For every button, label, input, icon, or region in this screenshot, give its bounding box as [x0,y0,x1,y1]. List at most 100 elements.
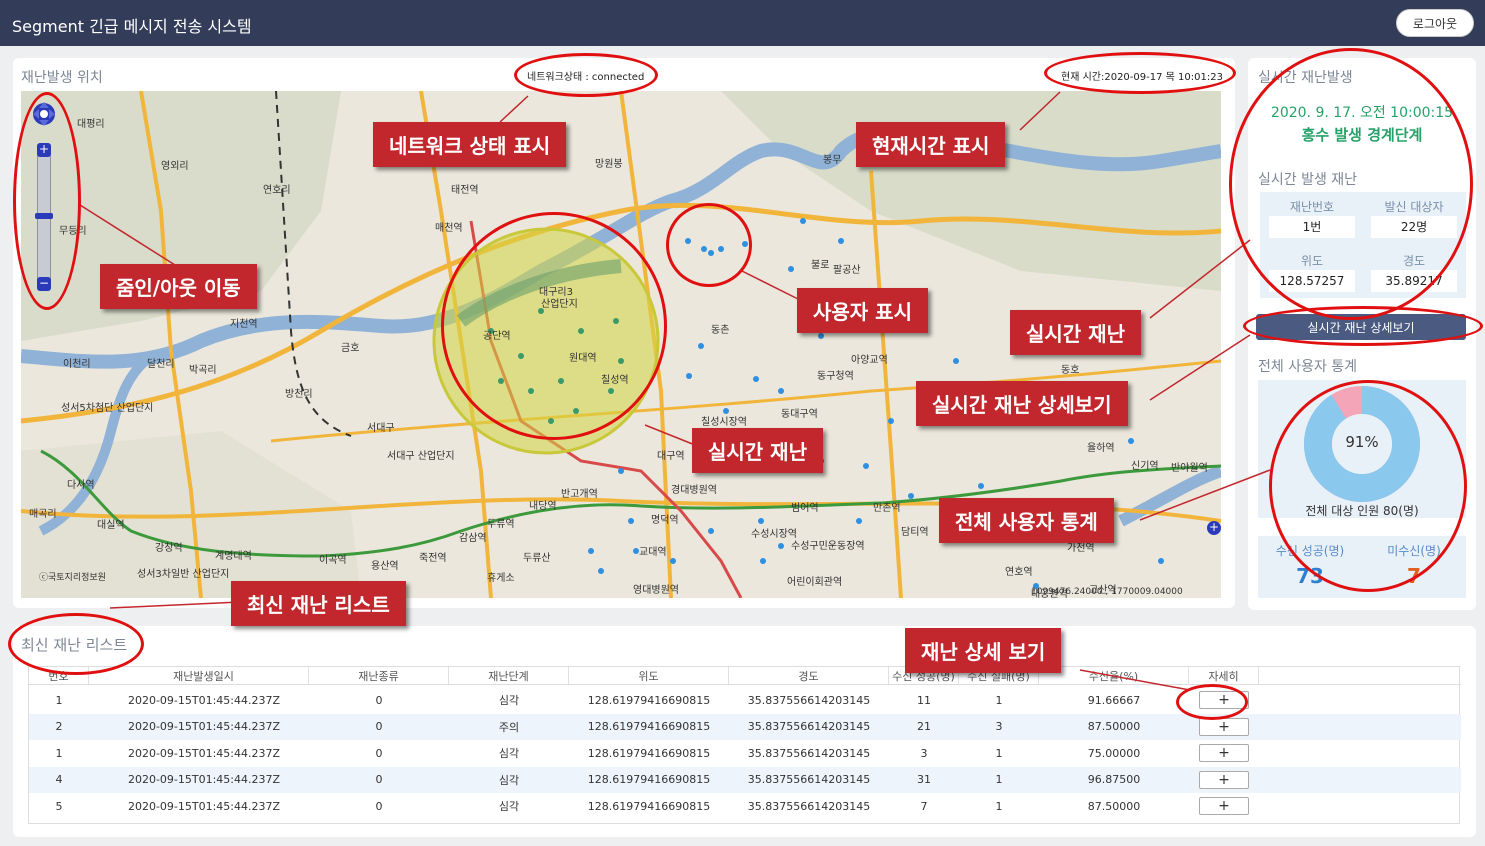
table-row: 1 2020-09-15T01:45:44.237Z 0 심각 128.61979416… [29,740,1461,766]
table-cell: 2020-09-15T01:45:44.237Z [127,773,281,786]
place-label: 대실역 [97,520,125,531]
table-cell: 심각 [498,747,520,760]
network-status: 네트워크상태 : connected [527,72,645,83]
place-label: 감삼역 [459,533,487,544]
table-cell: 4 [55,773,63,786]
map-panel-title: 재난발생 위치 [21,70,103,86]
disaster-list-panel: 최신 재난 리스트 번호 재난발생일시 재난종류 재난단계 위도 경도 수신 성공(명) 수신… [13,626,1476,837]
place-label: 반야월역 [1171,463,1208,474]
detail-view-button[interactable]: + [1199,744,1249,762]
place-label: 영외리 [161,161,189,172]
place-label: 수성구민운동장역 [791,541,865,552]
target-count-label: 발신 대상자 [1384,200,1444,214]
place-label: 율하역 [1087,443,1115,454]
detail-view-button[interactable]: + [1199,691,1249,709]
realtime-detail-button[interactable]: 실시간 재난 상세보기 [1256,314,1466,340]
table-cell: 3 [920,746,928,760]
table-header-cell: 재난종류 [309,667,449,684]
table-cell: 2020-09-15T01:45:44.237Z [127,746,281,760]
latitude-label: 위도 [1300,254,1324,268]
longitude-label: 경도 [1402,254,1426,268]
stats-title: 전체 사용자 통계 [1258,359,1358,375]
disaster-table: 번호 재난발생일시 재난종류 재난단계 위도 경도 수신 성공(명) 수신 실패(명) 수신율(… [28,666,1461,824]
list-panel-title: 최신 재난 리스트 [21,636,128,654]
total-target-label: 전체 대상 인원 80(명) [1305,504,1419,518]
place-label: 지천역 [230,319,258,330]
table-cell: 0 [375,746,383,760]
realtime-panel-title: 실시간 재난발생 [1258,70,1353,86]
annotation-time: 현재시간 표시 [856,122,1006,167]
table-cell: 31 [917,773,931,786]
table-cell: 1 [995,693,1003,707]
zoom-slider-track[interactable] [37,149,51,289]
table-cell: 1 [995,799,1003,813]
fail-count-value: 7 [1407,564,1421,588]
annotation-realtime: 실시간 재난 [1010,310,1141,355]
place-label: 신기역 [1131,461,1159,472]
table-cell: 35.837556614203145 [747,746,871,760]
place-label: 망원봉 [595,159,623,170]
table-cell: 주의 [498,720,520,734]
pan-arrows-icon[interactable] [31,99,57,129]
table-row: 2 2020-09-15T01:45:44.237Z 0 주의 128.61979416… [29,713,1461,740]
zoom-slider-thumb[interactable] [35,213,53,219]
table-cell: 128.61979416690815 [587,746,711,760]
table-cell: 35.837556614203145 [747,799,871,813]
table-cell: 21 [917,720,931,733]
table-cell: 11 [917,693,931,707]
logout-button[interactable]: 로그아웃 [1396,9,1474,37]
success-count-value: 73 [1296,564,1324,588]
zoom-in-button[interactable]: + [37,143,51,157]
table-cell: 1 [995,746,1003,760]
table-cell: 75.00000 [1087,746,1141,760]
zoom-out-button[interactable]: − [37,277,51,291]
place-label: 동촌 [711,325,730,336]
table-cell: 35.837556614203145 [747,693,871,707]
place-label: 휴게소 [487,573,515,584]
place-label: 봉무 [823,155,842,166]
table-cell: 128.61979416690815 [587,773,711,786]
table-cell: 128.61979416690815 [587,720,711,733]
table-cell: 35.837556614203145 [747,773,871,786]
place-label: 어린이회관역 [787,577,843,588]
place-label: 금호 [341,343,360,354]
top-bar: Segment 긴급 메시지 전송 시스템 로그아웃 [0,0,1485,46]
table-cell: 128.61979416690815 [587,693,711,707]
annotation-realtime-detail: 실시간 재난 상세보기 [916,381,1128,426]
annotation-network: 네트워크 상태 표시 [373,122,567,167]
table-cell: 심각 [498,800,520,813]
disaster-id-value: 1번 [1269,216,1355,238]
detail-cell: + [1189,687,1259,713]
place-label: 동대구역 [781,409,818,420]
table-cell: 128.61979416690815 [587,799,711,813]
place-label: 영대병원역 [633,585,679,596]
latitude-value: 128.57257 [1269,270,1355,292]
map-expand-icon[interactable]: + [1207,521,1221,535]
disaster-id-label: 재난번호 [1289,200,1335,214]
detail-view-button[interactable]: + [1199,717,1249,736]
stats-chart-box: 91% [1258,380,1466,518]
map-copyright: ⓒ국토지리정보원 [39,573,106,583]
place-label: 대평리 [77,119,105,130]
donut-percent-label: 91% [1345,433,1379,451]
place-label: 아양교역 [851,355,888,366]
zoom-control: + − [31,99,57,299]
overlay-label: 칠성역 [601,375,629,386]
fail-count-label: 미수신(명) [1387,544,1441,558]
place-label: 매천역 [435,223,463,234]
receive-count-box: 수신 성공(명) 미수신(명) 73 7 [1258,536,1466,598]
detail-view-button[interactable]: + [1199,770,1249,789]
overlay-label: 공단역 [483,331,511,342]
table-cell: 87.50000 [1087,799,1141,813]
table-header-cell: 자세히 [1189,667,1259,684]
place-label: 연호역 [1005,567,1033,578]
detail-cell: + [1189,767,1259,793]
table-cell: 심각 [498,694,520,707]
place-label: 성서3차일반 산업단지 [137,569,230,580]
place-label: 칠성시장역 [701,417,747,428]
place-label: 성서5차첨단 산업단지 [61,403,154,414]
realtime-status: 홍수 발생 경계단계 [1301,126,1423,144]
detail-view-button[interactable]: + [1199,797,1249,815]
table-cell: 96.87500 [1087,773,1141,786]
realtime-panel: 실시간 재난발생 2020. 9. 17. 오전 10:00:15 홍수 발생 … [1248,58,1476,610]
